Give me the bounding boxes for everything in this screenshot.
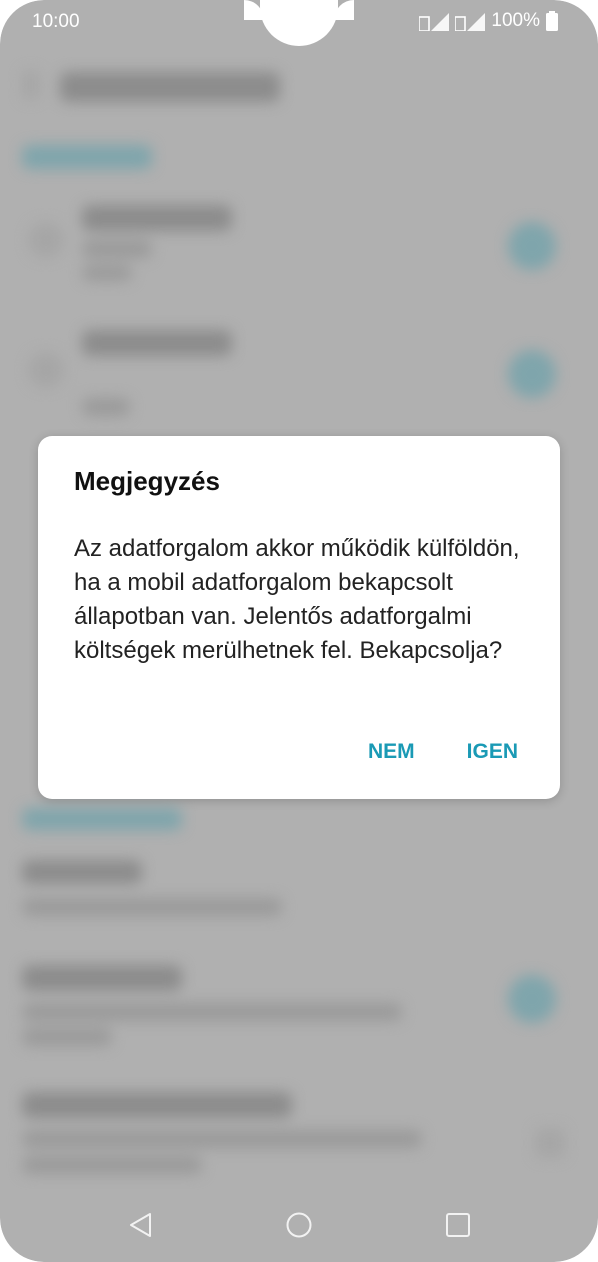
home-icon[interactable] <box>284 1210 314 1240</box>
sim2-signal-icon <box>455 13 486 31</box>
sim1-signal-icon <box>419 13 450 31</box>
dialog-title: Megjegyzés <box>74 466 220 496</box>
navigation-bar <box>0 1196 598 1256</box>
dialog-actions: NEM IGEN <box>368 740 518 764</box>
battery-percent: 100% <box>491 10 540 31</box>
status-time: 10:00 <box>32 11 80 32</box>
status-icons: 100% <box>419 10 558 32</box>
recents-icon[interactable] <box>443 1210 473 1240</box>
dialog-message: Az adatforgalom akkor működik külföldön,… <box>74 535 520 664</box>
phone-frame: 10:00 100% Megjegyzés Az adatforgalom ak… <box>0 0 598 1262</box>
back-icon[interactable] <box>126 1210 156 1240</box>
no-button[interactable]: NEM <box>368 740 415 764</box>
yes-button[interactable]: IGEN <box>467 740 518 764</box>
roaming-dialog: Megjegyzés Az adatforgalom akkor működik… <box>38 436 560 799</box>
screen: 10:00 100% Megjegyzés Az adatforgalom ak… <box>0 0 598 1262</box>
battery-icon <box>546 11 558 31</box>
